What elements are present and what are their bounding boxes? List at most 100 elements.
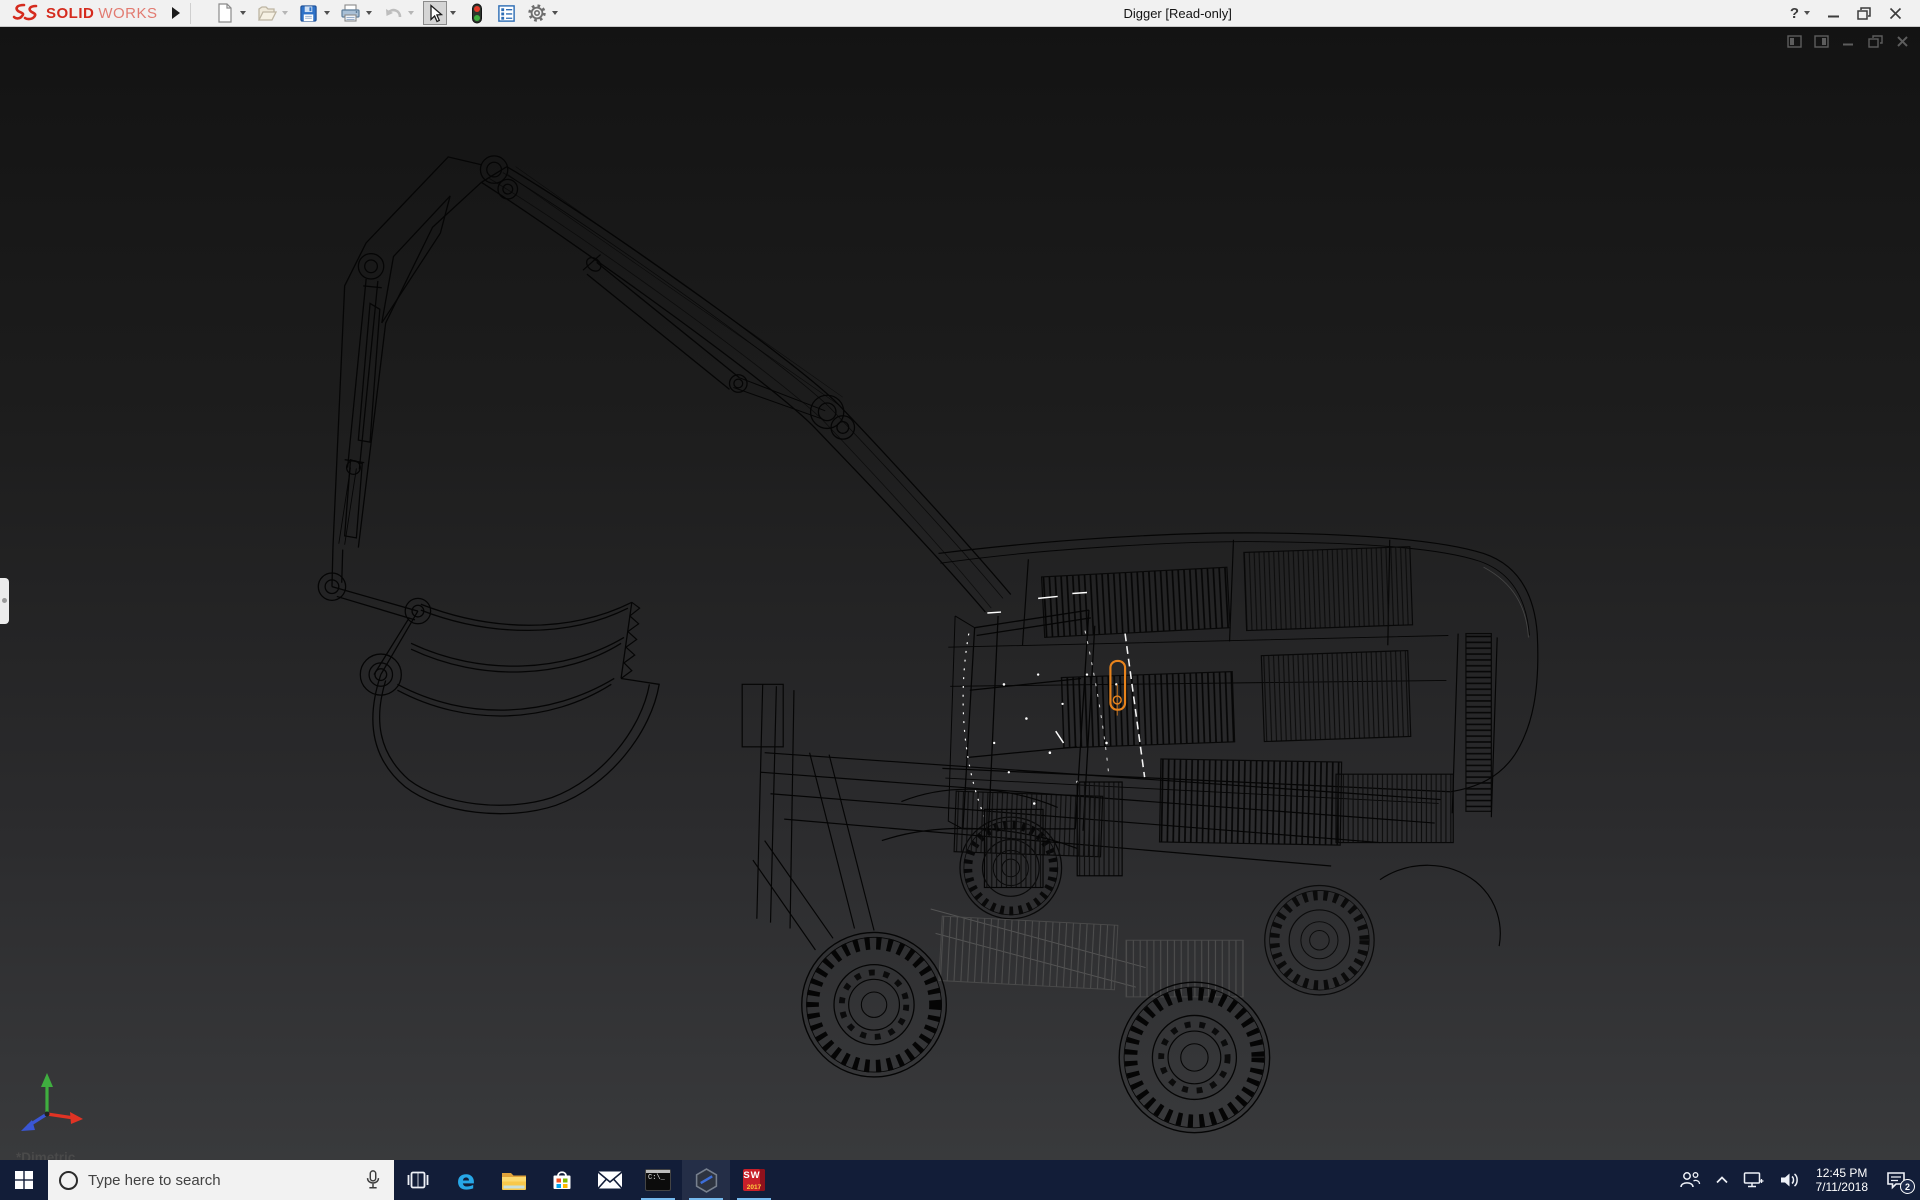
microphone-icon[interactable]	[363, 1169, 383, 1191]
taskbar-search[interactable]	[48, 1160, 394, 1200]
taskbar-cmd-button[interactable]: C:\_	[634, 1160, 682, 1200]
command-prompt-icon: C:\_	[645, 1169, 671, 1191]
open-dropdown[interactable]	[282, 11, 288, 15]
document-window-controls	[1786, 34, 1910, 49]
options-button[interactable]	[525, 1, 549, 25]
cortana-icon	[59, 1171, 78, 1190]
select-tool-button[interactable]	[423, 1, 447, 25]
open-button[interactable]	[255, 1, 279, 25]
select-cursor-icon	[426, 4, 444, 23]
clock[interactable]: 12:45 PM 7/11/2018	[1808, 1166, 1877, 1194]
file-properties-button[interactable]	[495, 1, 519, 25]
taskbar: e C:\_	[0, 1160, 1920, 1200]
feature-panel-collapsed-tab[interactable]	[0, 578, 9, 624]
menu-flyout-arrow-icon[interactable]	[172, 7, 180, 19]
rebuild-button[interactable]	[465, 1, 489, 25]
pane-left-icon	[1787, 35, 1802, 48]
save-button[interactable]	[297, 1, 321, 25]
notification-badge: 2	[1900, 1179, 1915, 1194]
system-tray: 12:45 PM 7/11/2018 2	[1672, 1160, 1920, 1200]
people-button[interactable]	[1672, 1160, 1708, 1200]
network-button[interactable]	[1736, 1160, 1772, 1200]
orientation-triad	[14, 1070, 86, 1138]
wireframe-bucket	[318, 548, 659, 814]
taskbar-edge-button[interactable]: e	[442, 1160, 490, 1200]
window-controls: ?	[1790, 4, 1920, 22]
print-dropdown[interactable]	[366, 11, 372, 15]
microsoft-store-icon	[550, 1168, 574, 1192]
task-view-button[interactable]	[394, 1160, 442, 1200]
titlebar: SOLIDWORKS	[0, 0, 1920, 27]
save-dropdown[interactable]	[324, 11, 330, 15]
view-orientation-label: *Dimetric	[16, 1150, 75, 1160]
volume-button[interactable]	[1772, 1160, 1808, 1200]
undo-button[interactable]	[381, 1, 405, 25]
restore-icon	[1857, 7, 1871, 20]
taskbar-hexagon-app-button[interactable]	[682, 1160, 730, 1200]
close-icon	[1889, 7, 1902, 20]
undo-arrow-icon	[383, 4, 403, 22]
brand-solid-text: SOLID	[46, 5, 94, 22]
save-floppy-icon	[299, 4, 318, 23]
pane-right-icon	[1814, 35, 1829, 48]
mail-icon	[597, 1170, 623, 1190]
new-document-icon	[215, 3, 234, 23]
clock-time: 12:45 PM	[1816, 1166, 1869, 1180]
network-icon	[1743, 1171, 1765, 1189]
task-view-icon	[407, 1170, 429, 1190]
graphics-viewport[interactable]: *Dimetric	[0, 27, 1920, 1160]
action-center-button[interactable]: 2	[1876, 1160, 1916, 1200]
titlebar-separator	[190, 3, 191, 24]
print-icon	[340, 3, 361, 23]
help-button[interactable]: ?	[1790, 5, 1813, 22]
volume-icon	[1779, 1171, 1801, 1189]
sw-letters: SW	[742, 1170, 762, 1181]
start-button[interactable]	[0, 1160, 48, 1200]
minimize-icon	[1827, 7, 1840, 20]
open-folder-icon	[257, 4, 277, 22]
rebuild-traffic-light-icon	[470, 3, 484, 24]
pane-right-button[interactable]	[1813, 34, 1829, 49]
close-button[interactable]	[1884, 4, 1906, 22]
taskbar-mail-button[interactable]	[586, 1160, 634, 1200]
help-dropdown[interactable]	[1804, 11, 1810, 15]
options-gear-icon	[527, 3, 547, 23]
quick-access-toolbar	[213, 1, 566, 25]
select-tool-dropdown[interactable]	[450, 11, 456, 15]
solidworks-logo: SOLIDWORKS	[0, 3, 158, 23]
window-title: Digger [Read-only]	[566, 6, 1790, 21]
pane-left-button[interactable]	[1786, 34, 1802, 49]
cmd-prompt-text: C:\_	[648, 1174, 665, 1182]
brand-works-text: WORKS	[98, 5, 157, 22]
solidworks-2017-icon: SW 2017	[742, 1168, 766, 1192]
wireframe-boom	[333, 156, 1011, 612]
minimize-document-icon	[1841, 35, 1855, 48]
file-explorer-icon	[501, 1169, 527, 1191]
clock-date: 7/11/2018	[1816, 1180, 1869, 1194]
new-document-dropdown[interactable]	[240, 11, 246, 15]
taskbar-solidworks-button[interactable]: SW 2017	[730, 1160, 778, 1200]
help-question-icon: ?	[1790, 5, 1799, 22]
search-input[interactable]	[88, 1172, 353, 1189]
windows-logo-icon	[15, 1171, 33, 1189]
people-icon	[1679, 1170, 1701, 1190]
solidworks-window: SOLIDWORKS	[0, 0, 1920, 1200]
minimize-document-button[interactable]	[1840, 34, 1856, 49]
close-document-icon	[1896, 35, 1909, 48]
print-button[interactable]	[339, 1, 363, 25]
chevron-up-icon	[1715, 1174, 1729, 1186]
minimize-button[interactable]	[1822, 4, 1844, 22]
taskbar-file-explorer-button[interactable]	[490, 1160, 538, 1200]
edge-icon: e	[457, 1167, 475, 1194]
close-document-button[interactable]	[1894, 34, 1910, 49]
file-properties-icon	[497, 4, 516, 23]
undo-dropdown[interactable]	[408, 11, 414, 15]
restore-button[interactable]	[1853, 4, 1875, 22]
taskbar-store-button[interactable]	[538, 1160, 586, 1200]
hidden-icons-button[interactable]	[1708, 1160, 1736, 1200]
new-document-button[interactable]	[213, 1, 237, 25]
options-dropdown[interactable]	[552, 11, 558, 15]
restore-document-button[interactable]	[1867, 34, 1883, 49]
hexagon-app-icon	[694, 1168, 719, 1193]
restore-document-icon	[1868, 35, 1883, 48]
